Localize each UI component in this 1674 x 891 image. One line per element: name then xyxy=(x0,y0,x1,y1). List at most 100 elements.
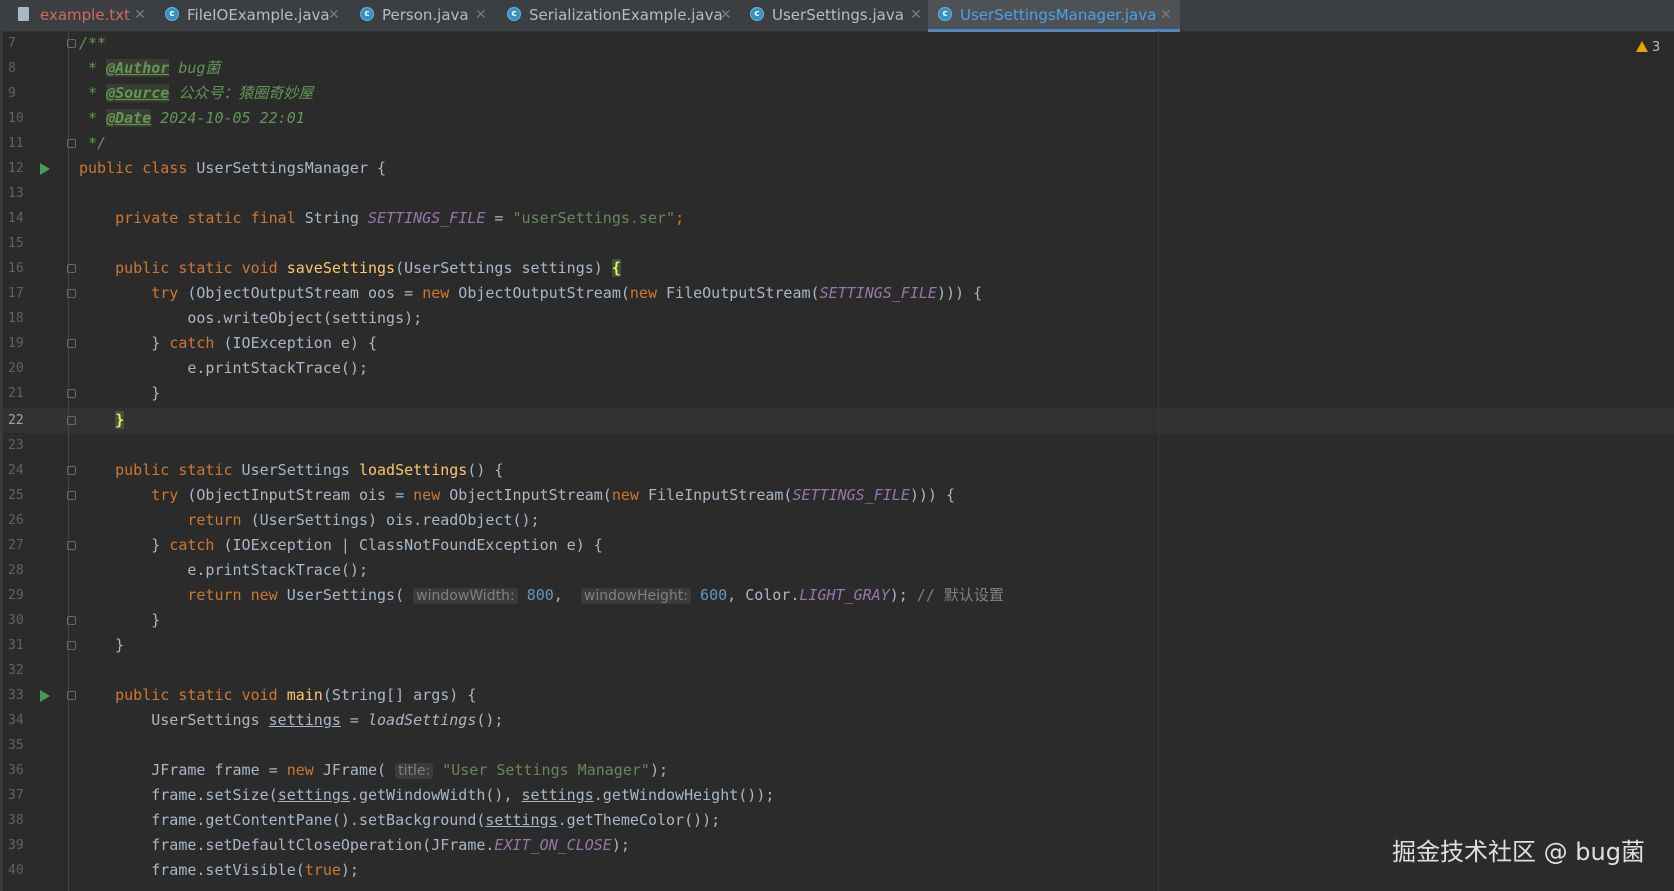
tab-label: UserSettings.java xyxy=(772,6,904,24)
line-number: 36 xyxy=(8,763,24,778)
code-line: 32 xyxy=(0,658,1674,683)
fold-icon[interactable] xyxy=(67,289,76,298)
line-number: 26 xyxy=(8,513,24,528)
fold-icon[interactable] xyxy=(67,466,76,475)
tab-label: SerializationExample.java xyxy=(529,6,723,24)
close-tab-icon[interactable]: ✕ xyxy=(328,0,340,30)
code-line: 19 } catch (IOException e) { xyxy=(0,331,1674,356)
code-line: 17 try (ObjectOutputStream oos = new Obj… xyxy=(0,281,1674,306)
line-number: 34 xyxy=(8,713,24,728)
code-text: public static void main(String[] args) { xyxy=(115,686,477,704)
tab-fileioexample-java[interactable]: c FileIOExample.java ✕ xyxy=(165,0,340,31)
fold-icon[interactable] xyxy=(67,416,76,425)
close-tab-icon[interactable]: ✕ xyxy=(720,0,732,30)
line-number: 16 xyxy=(8,261,24,276)
line-number: 30 xyxy=(8,613,24,628)
java-class-icon: c xyxy=(507,7,521,21)
line-number: 24 xyxy=(8,463,24,478)
code-text: * @Date 2024-10-05 22:01 xyxy=(79,109,305,127)
line-number: 8 xyxy=(8,61,16,76)
code-text: oos.writeObject(settings); xyxy=(187,309,423,327)
run-icon[interactable] xyxy=(40,163,50,175)
text-file-icon xyxy=(18,7,29,21)
code-line: 10 * @Date 2024-10-05 22:01 xyxy=(0,106,1674,131)
line-number: 12 xyxy=(8,161,24,176)
java-class-icon: c xyxy=(938,7,952,21)
fold-icon[interactable] xyxy=(67,389,76,398)
close-tab-icon[interactable]: ✕ xyxy=(910,0,922,30)
line-number: 19 xyxy=(8,336,24,351)
parameter-hint: windowWidth: xyxy=(413,588,518,604)
code-line: 18 oos.writeObject(settings); xyxy=(0,306,1674,331)
code-line: 26 return (UserSettings) ois.readObject(… xyxy=(0,508,1674,533)
fold-icon[interactable] xyxy=(67,491,76,500)
code-line: 12 public class UserSettingsManager { xyxy=(0,156,1674,181)
code-text: */ xyxy=(79,134,107,152)
line-number: 14 xyxy=(8,211,24,226)
code-text: try (ObjectInputStream ois = new ObjectI… xyxy=(151,486,956,504)
code-line: 29 return new UserSettings( windowWidth:… xyxy=(0,583,1674,608)
fold-icon[interactable] xyxy=(67,339,76,348)
code-line: 28 e.printStackTrace(); xyxy=(0,558,1674,583)
tab-usersettingsmanager-java[interactable]: c UserSettingsManager.java ✕ xyxy=(928,0,1180,32)
line-number: 13 xyxy=(8,186,24,201)
fold-icon[interactable] xyxy=(67,616,76,625)
code-text: /** xyxy=(79,34,107,52)
tab-label: UserSettingsManager.java xyxy=(960,6,1157,24)
code-text: frame.setDefaultCloseOperation(JFrame.EX… xyxy=(151,836,630,854)
code-line: 36 JFrame frame = new JFrame( title: "Us… xyxy=(0,758,1674,783)
fold-icon[interactable] xyxy=(67,264,76,273)
code-line: 20 e.printStackTrace(); xyxy=(0,356,1674,381)
code-text: frame.getContentPane().setBackground(set… xyxy=(151,811,721,829)
code-text: } xyxy=(115,411,125,429)
line-number: 10 xyxy=(8,111,24,126)
code-line: 38 frame.getContentPane().setBackground(… xyxy=(0,808,1674,833)
tab-example-txt[interactable]: example.txt ✕ xyxy=(18,0,153,31)
code-line: 37 frame.setSize(settings.getWindowWidth… xyxy=(0,783,1674,808)
code-text: try (ObjectOutputStream oos = new Object… xyxy=(151,284,983,302)
fold-icon[interactable] xyxy=(67,139,76,148)
code-line: 16 public static void saveSettings(UserS… xyxy=(0,256,1674,281)
code-line: 34 UserSettings settings = loadSettings(… xyxy=(0,708,1674,733)
code-text: } catch (IOException | ClassNotFoundExce… xyxy=(151,536,603,554)
watermark: 掘金技术社区 @ bug菌 xyxy=(1392,838,1645,866)
line-number: 18 xyxy=(8,311,24,326)
line-number: 38 xyxy=(8,813,24,828)
parameter-hint: title: xyxy=(395,763,434,779)
code-line: 22 } xyxy=(0,408,1674,433)
close-tab-icon[interactable]: ✕ xyxy=(1160,0,1172,30)
code-text: public static UserSettings loadSettings(… xyxy=(115,461,504,479)
line-number: 23 xyxy=(8,438,24,453)
code-line: 27 } catch (IOException | ClassNotFoundE… xyxy=(0,533,1674,558)
tab-usersettings-java[interactable]: c UserSettings.java ✕ xyxy=(750,0,925,31)
code-line: 13 xyxy=(0,181,1674,206)
fold-icon[interactable] xyxy=(67,691,76,700)
code-text: UserSettings settings = loadSettings(); xyxy=(151,711,504,729)
code-line: 7 /** xyxy=(0,31,1674,56)
line-number: 21 xyxy=(8,386,24,401)
fold-icon[interactable] xyxy=(67,39,76,48)
line-number: 17 xyxy=(8,286,24,301)
code-line: 14 private static final String SETTINGS_… xyxy=(0,206,1674,231)
line-number: 33 xyxy=(8,688,24,703)
code-line: 33 public static void main(String[] args… xyxy=(0,683,1674,708)
line-number: 20 xyxy=(8,361,24,376)
close-tab-icon[interactable]: ✕ xyxy=(134,0,146,30)
code-text: e.printStackTrace(); xyxy=(187,561,368,579)
code-text: frame.setSize(settings.getWindowWidth(),… xyxy=(151,786,775,804)
line-number: 31 xyxy=(8,638,24,653)
code-line: 31 } xyxy=(0,633,1674,658)
close-tab-icon[interactable]: ✕ xyxy=(475,0,487,30)
line-number: 29 xyxy=(8,588,24,603)
code-text: e.printStackTrace(); xyxy=(187,359,368,377)
code-line: 23 xyxy=(0,433,1674,458)
fold-icon[interactable] xyxy=(67,541,76,550)
tab-serializationexample-java[interactable]: c SerializationExample.java ✕ xyxy=(507,0,732,31)
tab-person-java[interactable]: c Person.java ✕ xyxy=(360,0,490,31)
code-text: } catch (IOException e) { xyxy=(151,334,378,352)
run-icon[interactable] xyxy=(40,690,50,702)
fold-icon[interactable] xyxy=(67,641,76,650)
editor-tab-bar: example.txt ✕ c FileIOExample.java ✕ c P… xyxy=(0,0,1674,32)
code-text: } xyxy=(151,611,161,629)
line-number: 37 xyxy=(8,788,24,803)
